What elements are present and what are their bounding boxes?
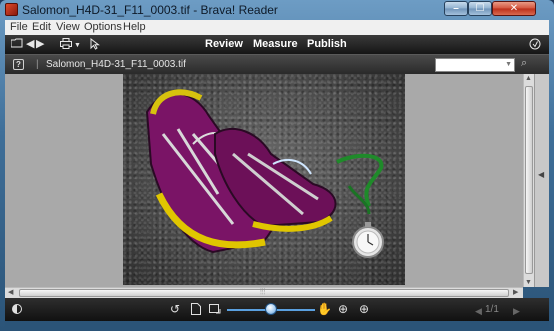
page-icon[interactable] (191, 303, 201, 317)
folder-icon[interactable] (10, 38, 23, 51)
menu-help[interactable]: Help (123, 21, 146, 33)
publish-menu[interactable]: Publish (307, 38, 347, 50)
brava-app-icon (5, 3, 18, 16)
fit-page-icon[interactable] (209, 303, 221, 317)
maximize-button[interactable]: ☐ (468, 1, 492, 16)
document-tab-bar: ? | Salomon_H4D-31_F11_0003.tif ▼ ⌕ (5, 54, 549, 74)
shoe-photo-illustration (145, 89, 384, 258)
review-menu[interactable]: Review (205, 38, 243, 50)
pointer-icon[interactable] (90, 37, 100, 53)
back-icon[interactable]: ◀ (26, 38, 34, 50)
document-image (123, 74, 405, 285)
vertical-scroll-thumb[interactable] (525, 86, 533, 274)
page-indicator: 1/1 (485, 304, 499, 315)
scroll-up-icon[interactable]: ▲ (525, 75, 532, 82)
zoom-in-icon[interactable]: ⊕ (359, 303, 369, 315)
search-icon[interactable]: ⌕ (521, 57, 527, 70)
scroll-right-icon[interactable]: ▶ (513, 288, 518, 296)
minimize-button[interactable]: – (444, 1, 468, 16)
menu-bar: File Edit View Options Help (5, 20, 549, 35)
chevron-down-icon[interactable]: ▼ (505, 61, 512, 68)
window-title: Salomon_H4D-31_F11_0003.tif - Brava! Rea… (22, 3, 278, 17)
menu-edit[interactable]: Edit (32, 21, 51, 33)
help-icon[interactable]: ? (13, 59, 24, 70)
horizontal-scrollbar[interactable]: ◀ ⦙⦙⦙ ▶ (5, 287, 523, 298)
forward-icon[interactable]: ▶ (36, 38, 44, 50)
scroll-down-icon[interactable]: ▼ (525, 279, 532, 286)
close-button[interactable]: ✕ (492, 1, 536, 16)
window-bottom-edge (5, 321, 549, 331)
globe-icon[interactable] (529, 38, 541, 53)
rotate-icon[interactable]: ↺ (170, 303, 180, 315)
vertical-scrollbar[interactable]: ▲ ▼ (523, 74, 534, 287)
zoom-area-icon[interactable]: ⊕ (338, 303, 348, 315)
tab-document[interactable]: Salomon_H4D-31_F11_0003.tif (46, 59, 186, 70)
menu-view[interactable]: View (56, 21, 80, 33)
tab-separator: | (36, 59, 39, 70)
menu-options[interactable]: Options (84, 21, 122, 33)
scroll-grip-icon: ⦙⦙⦙ (260, 287, 266, 296)
pan-hand-icon[interactable]: ✋ (317, 303, 332, 315)
side-panel-collapsed[interactable]: ◀ (534, 74, 549, 287)
main-toolbar: ◀ ▶ ▼ Review Measure Publish (5, 35, 549, 54)
zoom-slider-thumb[interactable] (265, 303, 277, 315)
contrast-icon[interactable] (12, 304, 22, 314)
next-page-icon[interactable]: ▶ (513, 305, 520, 317)
horizontal-scroll-thumb[interactable]: ⦙⦙⦙ (19, 287, 509, 297)
menu-file[interactable]: File (10, 21, 28, 33)
title-bar: Salomon_H4D-31_F11_0003.tif - Brava! Rea… (0, 0, 554, 20)
app-window: Salomon_H4D-31_F11_0003.tif - Brava! Rea… (0, 0, 554, 331)
prev-page-icon[interactable]: ◀ (475, 305, 482, 317)
print-icon[interactable] (60, 38, 72, 52)
chevron-down-icon[interactable]: ▼ (74, 40, 81, 52)
measure-menu[interactable]: Measure (253, 38, 298, 50)
bottom-toolbar: ↺ ✋ ⊕ ⊕ ◀ 1/1 ▶ (5, 298, 549, 321)
expand-panel-icon[interactable]: ◀ (538, 170, 544, 179)
scroll-left-icon[interactable]: ◀ (8, 288, 13, 296)
search-input[interactable]: ▼ (435, 58, 515, 72)
document-canvas[interactable] (5, 74, 523, 287)
